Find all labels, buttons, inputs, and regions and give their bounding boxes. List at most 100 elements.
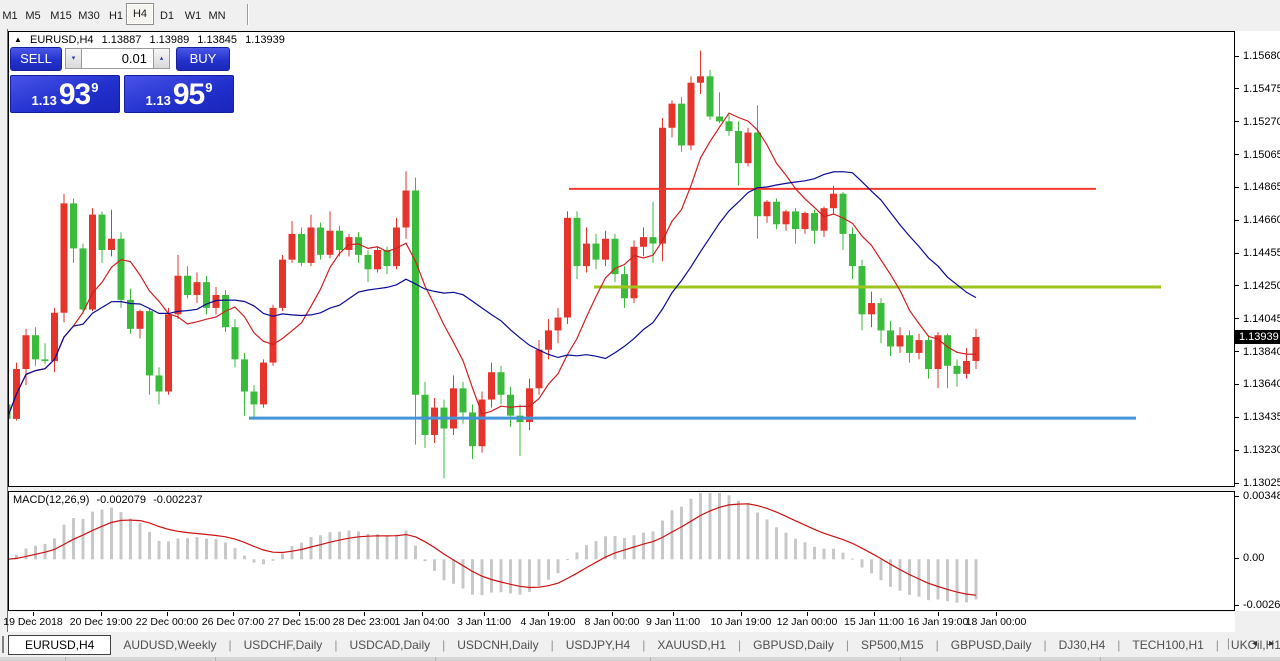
tab-list: EURUSD,H4AUDUSD,Weekly|USDCHF,Daily|USDC… (8, 635, 1280, 655)
chart-tab-gbpusd-daily[interactable]: GBPUSD,Daily (741, 635, 846, 655)
current-price-badge: 1.13939 (1235, 330, 1280, 344)
tab-scroll-controls: | ◂ ▸ (1227, 636, 1274, 650)
chart-tab-audusd-weekly[interactable]: AUDUSD,Weekly (111, 635, 228, 655)
price-tick-mark (1235, 88, 1239, 89)
price-tick-label: 1.14455 (1243, 247, 1280, 259)
timeframe-button-m15[interactable]: M15 (46, 8, 75, 24)
price-tick-label: 1.14865 (1243, 181, 1280, 193)
ohlc-open: 1.13887 (102, 34, 142, 46)
chart-tab-dj30-h4[interactable]: DJ30,H4 (1047, 635, 1118, 655)
tab-scroll-right-icon[interactable]: ▸ (1269, 638, 1274, 649)
chart-tab-usdcnh-daily[interactable]: USDCNH,Daily (445, 635, 550, 655)
price-tick-mark (1235, 220, 1239, 221)
price-tick-mark (1235, 56, 1239, 57)
time-tick-label: 4 Jan 19:00 (521, 616, 576, 628)
time-tick-label: 12 Jan 00:00 (777, 616, 838, 628)
tab-scroll-left-icon[interactable]: ◂ (1252, 638, 1257, 649)
volume-input[interactable] (81, 48, 154, 69)
chart-title: ▲ EURUSD,H4 1.13887 1.13989 1.13845 1.13… (14, 34, 290, 46)
buy-price-prefix: 1.13 (146, 92, 171, 109)
price-tick-mark (1235, 154, 1239, 155)
time-tick-mark (167, 612, 168, 616)
symbol-arrow-icon: ▲ (14, 35, 22, 44)
macd-axis-label: 0.003489 (1243, 490, 1280, 502)
ohlc-close: 1.13939 (245, 34, 285, 46)
sell-button[interactable]: SELL (10, 47, 62, 71)
strip-separator (65, 657, 66, 661)
volume-increase-button[interactable]: ▴ (154, 48, 170, 69)
chart-tab-usdchf-daily[interactable]: USDCHF,Daily (232, 635, 335, 655)
time-tick-mark (874, 612, 875, 616)
buy-button[interactable]: BUY (176, 47, 230, 71)
time-tick-label: 15 Jan 11:00 (844, 616, 904, 628)
time-tick-mark (673, 612, 674, 616)
macd-tick-mark (1235, 496, 1239, 497)
chart-tab-xauusd-h1[interactable]: XAUUSD,H1 (645, 635, 738, 655)
buy-price-tile[interactable]: 1.13 95 9 (124, 75, 234, 113)
chart-tab-gbpusd-daily[interactable]: GBPUSD,Daily (939, 635, 1044, 655)
timeframe-button-h1[interactable]: H1 (105, 8, 127, 24)
macd-signal-value: -0.002237 (153, 494, 203, 506)
macd-panel[interactable] (8, 491, 1235, 611)
price-tick-label: 1.15475 (1243, 83, 1280, 95)
price-tick-label: 1.15270 (1243, 116, 1280, 128)
time-tick-label: 10 Jan 19:00 (711, 616, 772, 628)
time-axis[interactable]: 19 Dec 201820 Dec 19:0022 Dec 00:0026 De… (8, 612, 1235, 632)
price-tick-label: 1.14250 (1243, 280, 1280, 292)
price-tick-mark (1235, 121, 1239, 122)
timeframe-button-m5[interactable]: M5 (21, 8, 44, 24)
timeframe-toolbar: M1M5M15M30H1H4D1W1MN (0, 0, 1280, 29)
timeframe-button-m1[interactable]: M1 (0, 8, 22, 24)
strip-separator (900, 657, 901, 661)
time-tick-mark (233, 612, 234, 616)
ohlc-high: 1.13989 (149, 34, 189, 46)
price-tick-label: 1.15680 (1243, 50, 1280, 62)
toolbar-separator (247, 4, 249, 25)
volume-decrease-button[interactable]: ▾ (65, 48, 81, 69)
macd-axis-label: -0.002617 (1243, 599, 1280, 611)
price-tick-label: 1.13025 (1243, 477, 1280, 489)
time-tick-label: 8 Jan 00:00 (585, 616, 640, 628)
chart-tab-sp500-m15[interactable]: SP500,M15 (849, 635, 936, 655)
time-tick-mark (996, 612, 997, 616)
sell-price-pip: 9 (91, 80, 98, 95)
macd-value: -0.002079 (96, 494, 146, 506)
macd-axis-label: 0.00 (1243, 552, 1264, 564)
timeframe-button-h4[interactable]: H4 (126, 3, 154, 25)
macd-canvas[interactable] (9, 492, 1236, 612)
time-tick-label: 18 Jan 00:00 (966, 616, 1027, 628)
buy-price-pip: 9 (205, 80, 212, 95)
price-tick-mark (1235, 450, 1239, 451)
timeframe-button-mn[interactable]: MN (204, 8, 229, 24)
timeframe-button-w1[interactable]: W1 (181, 8, 206, 24)
timeframe-button-m30[interactable]: M30 (74, 8, 103, 24)
chart-tab-eurusd-h4[interactable]: EURUSD,H4 (8, 635, 111, 655)
price-tick-mark (1235, 384, 1239, 385)
price-axis[interactable]: 1.156801.154751.152701.150651.148651.146… (1235, 31, 1280, 611)
time-tick-label: 16 Jan 19:00 (908, 616, 969, 628)
price-tick-label: 1.15065 (1243, 149, 1280, 161)
time-tick-mark (938, 612, 939, 616)
macd-name: MACD(12,26,9) (13, 494, 89, 506)
tab-separator: | (1227, 636, 1230, 650)
time-tick-mark (33, 612, 34, 616)
price-tick-mark (1235, 253, 1239, 254)
chart-tab-usdcad-daily[interactable]: USDCAD,Daily (337, 635, 442, 655)
time-tick-label: 20 Dec 19:00 (70, 616, 132, 628)
chart-tab-tech100-h1[interactable]: TECH100,H1 (1120, 635, 1215, 655)
buy-price-big: 95 (173, 81, 204, 109)
price-tick-mark (1235, 483, 1239, 484)
one-click-trading-panel: SELL ▾ ▴ BUY 1.13 93 9 1.13 95 9 (10, 47, 236, 113)
time-tick-label: 28 Dec 23:00 (333, 616, 395, 628)
chart-tab-usdjpy-h4[interactable]: USDJPY,H4 (554, 635, 642, 655)
price-tick-label: 1.13840 (1243, 346, 1280, 358)
sell-price-tile[interactable]: 1.13 93 9 (10, 75, 120, 113)
price-tick-label: 1.13640 (1243, 378, 1280, 390)
tab-bar-grip (2, 636, 4, 653)
macd-tick-mark (1235, 558, 1239, 559)
timeframe-button-d1[interactable]: D1 (156, 8, 178, 24)
window-bottom-strip (0, 657, 1280, 661)
strip-separator (1100, 657, 1101, 661)
time-tick-label: 26 Dec 07:00 (202, 616, 264, 628)
time-tick-label: 9 Jan 11:00 (646, 616, 700, 628)
